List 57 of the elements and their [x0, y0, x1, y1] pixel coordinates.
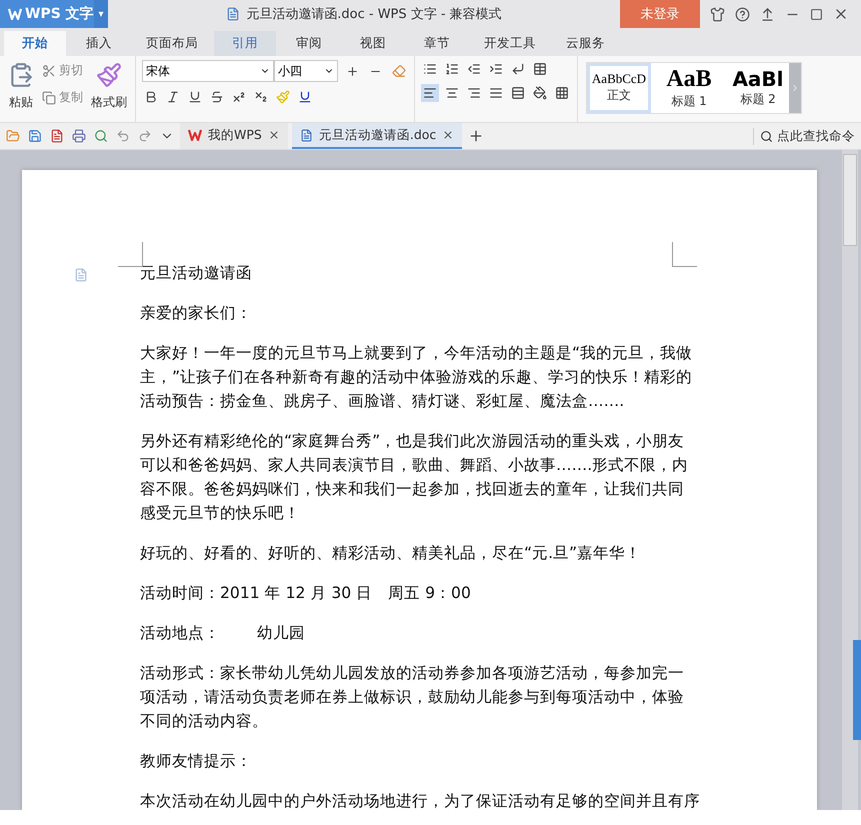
command-search-field[interactable]: 点此查找命令 — [753, 128, 861, 144]
print-icon[interactable] — [70, 127, 88, 145]
upload-icon[interactable] — [760, 6, 775, 22]
caret-icon[interactable]: ▾ — [94, 0, 108, 28]
ribbon-tab[interactable]: 章节 — [406, 31, 468, 56]
scroll-thumb[interactable] — [843, 154, 857, 246]
align-left-icon[interactable] — [421, 84, 439, 102]
document-icon — [300, 128, 313, 142]
table-icon[interactable] — [531, 60, 549, 78]
document-paragraph: 另外还有精彩绝伦的“家庭舞台秀”，也是我们此次游园活动的重头戏，小朋友可以和爸爸妈妈、家人共同表演节目，歌曲、舞蹈、小故事…….形式不限，内容不限。爸爸妈妈咪们，快来和我们一起参加，找回逝去的童年，让我们共同感受元旦节的快乐吧！ — [140, 431, 690, 524]
side-panel-handle[interactable] — [853, 640, 861, 740]
copy-icon — [42, 90, 56, 104]
app-menu-button[interactable]: WPS 文字 ▾ — [0, 0, 108, 28]
ribbon-tab[interactable]: 开始 — [4, 31, 66, 56]
format-painter-button[interactable]: 格式刷 — [89, 60, 129, 113]
save-icon[interactable] — [26, 127, 44, 145]
logo-icon — [188, 129, 202, 141]
ribbon-tab[interactable]: 审阅 — [278, 31, 340, 56]
document-paragraph: 亲爱的家长们： — [140, 303, 253, 324]
document-paragraph: 活动地点： 幼儿园 — [140, 623, 306, 644]
print-preview-icon[interactable] — [92, 127, 110, 145]
search-icon — [760, 130, 773, 142]
line-spacing-icon[interactable] — [509, 84, 527, 102]
window-title: 元旦活动邀请函.doc - WPS 文字 - 兼容模式 — [246, 6, 502, 23]
ribbon-tab[interactable]: 云服务 — [552, 31, 619, 56]
font-size-field[interactable]: 小四 — [274, 60, 338, 82]
ribbon-tab[interactable]: 页面布局 — [132, 31, 212, 56]
borders-icon[interactable] — [553, 84, 571, 102]
skin-icon[interactable] — [710, 6, 725, 22]
help-icon[interactable] — [735, 6, 750, 22]
document-paragraph: 好玩的、好看的、好听的、精彩活动、精美礼品，尽在“元.旦”嘉年华！ — [140, 543, 642, 564]
maximize-icon[interactable] — [810, 8, 823, 20]
ribbon-tab[interactable]: 开发工具 — [470, 31, 550, 56]
margin-corner-mark — [118, 242, 143, 267]
close-icon[interactable] — [442, 129, 454, 141]
ribbon-tab[interactable]: 插入 — [68, 31, 130, 56]
font-name-field[interactable]: 宋体 — [142, 60, 274, 82]
paste-button[interactable]: 粘贴 — [6, 60, 36, 113]
margin-corner-mark — [672, 242, 697, 267]
document-paragraph: 本次活动在幼儿园中的户外活动场地进行，为了保证活动有足够的空间并且有序 — [140, 791, 700, 810]
shading-icon[interactable] — [531, 84, 549, 102]
document-tab[interactable]: 元旦活动邀请函.doc — [292, 123, 462, 149]
document-paragraph: 活动形式：家长带幼儿凭幼儿园发放的活动券参加各项游艺活动，每参加完一项活动，请活动负责老师在券上做标识，鼓励幼儿能参与到每项活动中，体验不同的活动内容。 — [140, 663, 685, 732]
document-paragraph: 元旦活动邀请函 — [140, 263, 253, 284]
document-paragraph: 大家好！一年一度的元旦节马上就要到了，今年活动的主题是“我的元旦，我做主，”让孩子们在各种新奇有趣的活动中体验游戏的乐趣、学习的快乐！精彩的活动预告：捞金鱼、跳房子、画脸谱、猜灯谜、彩虹屋、魔法盒……. — [140, 343, 694, 412]
vertical-scrollbar[interactable] — [842, 150, 858, 810]
document-icon — [226, 7, 240, 21]
brush-icon — [96, 62, 122, 88]
logo-icon — [8, 8, 22, 20]
close-icon[interactable] — [268, 129, 280, 141]
document-tab[interactable]: 我的WPS — [180, 123, 288, 149]
ribbon-tab[interactable]: 引用 — [214, 31, 276, 56]
ribbon-tab[interactable]: 视图 — [342, 31, 404, 56]
scissors-icon — [42, 64, 56, 78]
document-paragraph: 教师友情提示： — [140, 751, 253, 772]
style-option[interactable]: AaBbCcD 正文 — [587, 63, 651, 113]
document-paragraph: 活动时间：2011 年 12 月 30 日 周五 9：00 — [140, 583, 472, 604]
